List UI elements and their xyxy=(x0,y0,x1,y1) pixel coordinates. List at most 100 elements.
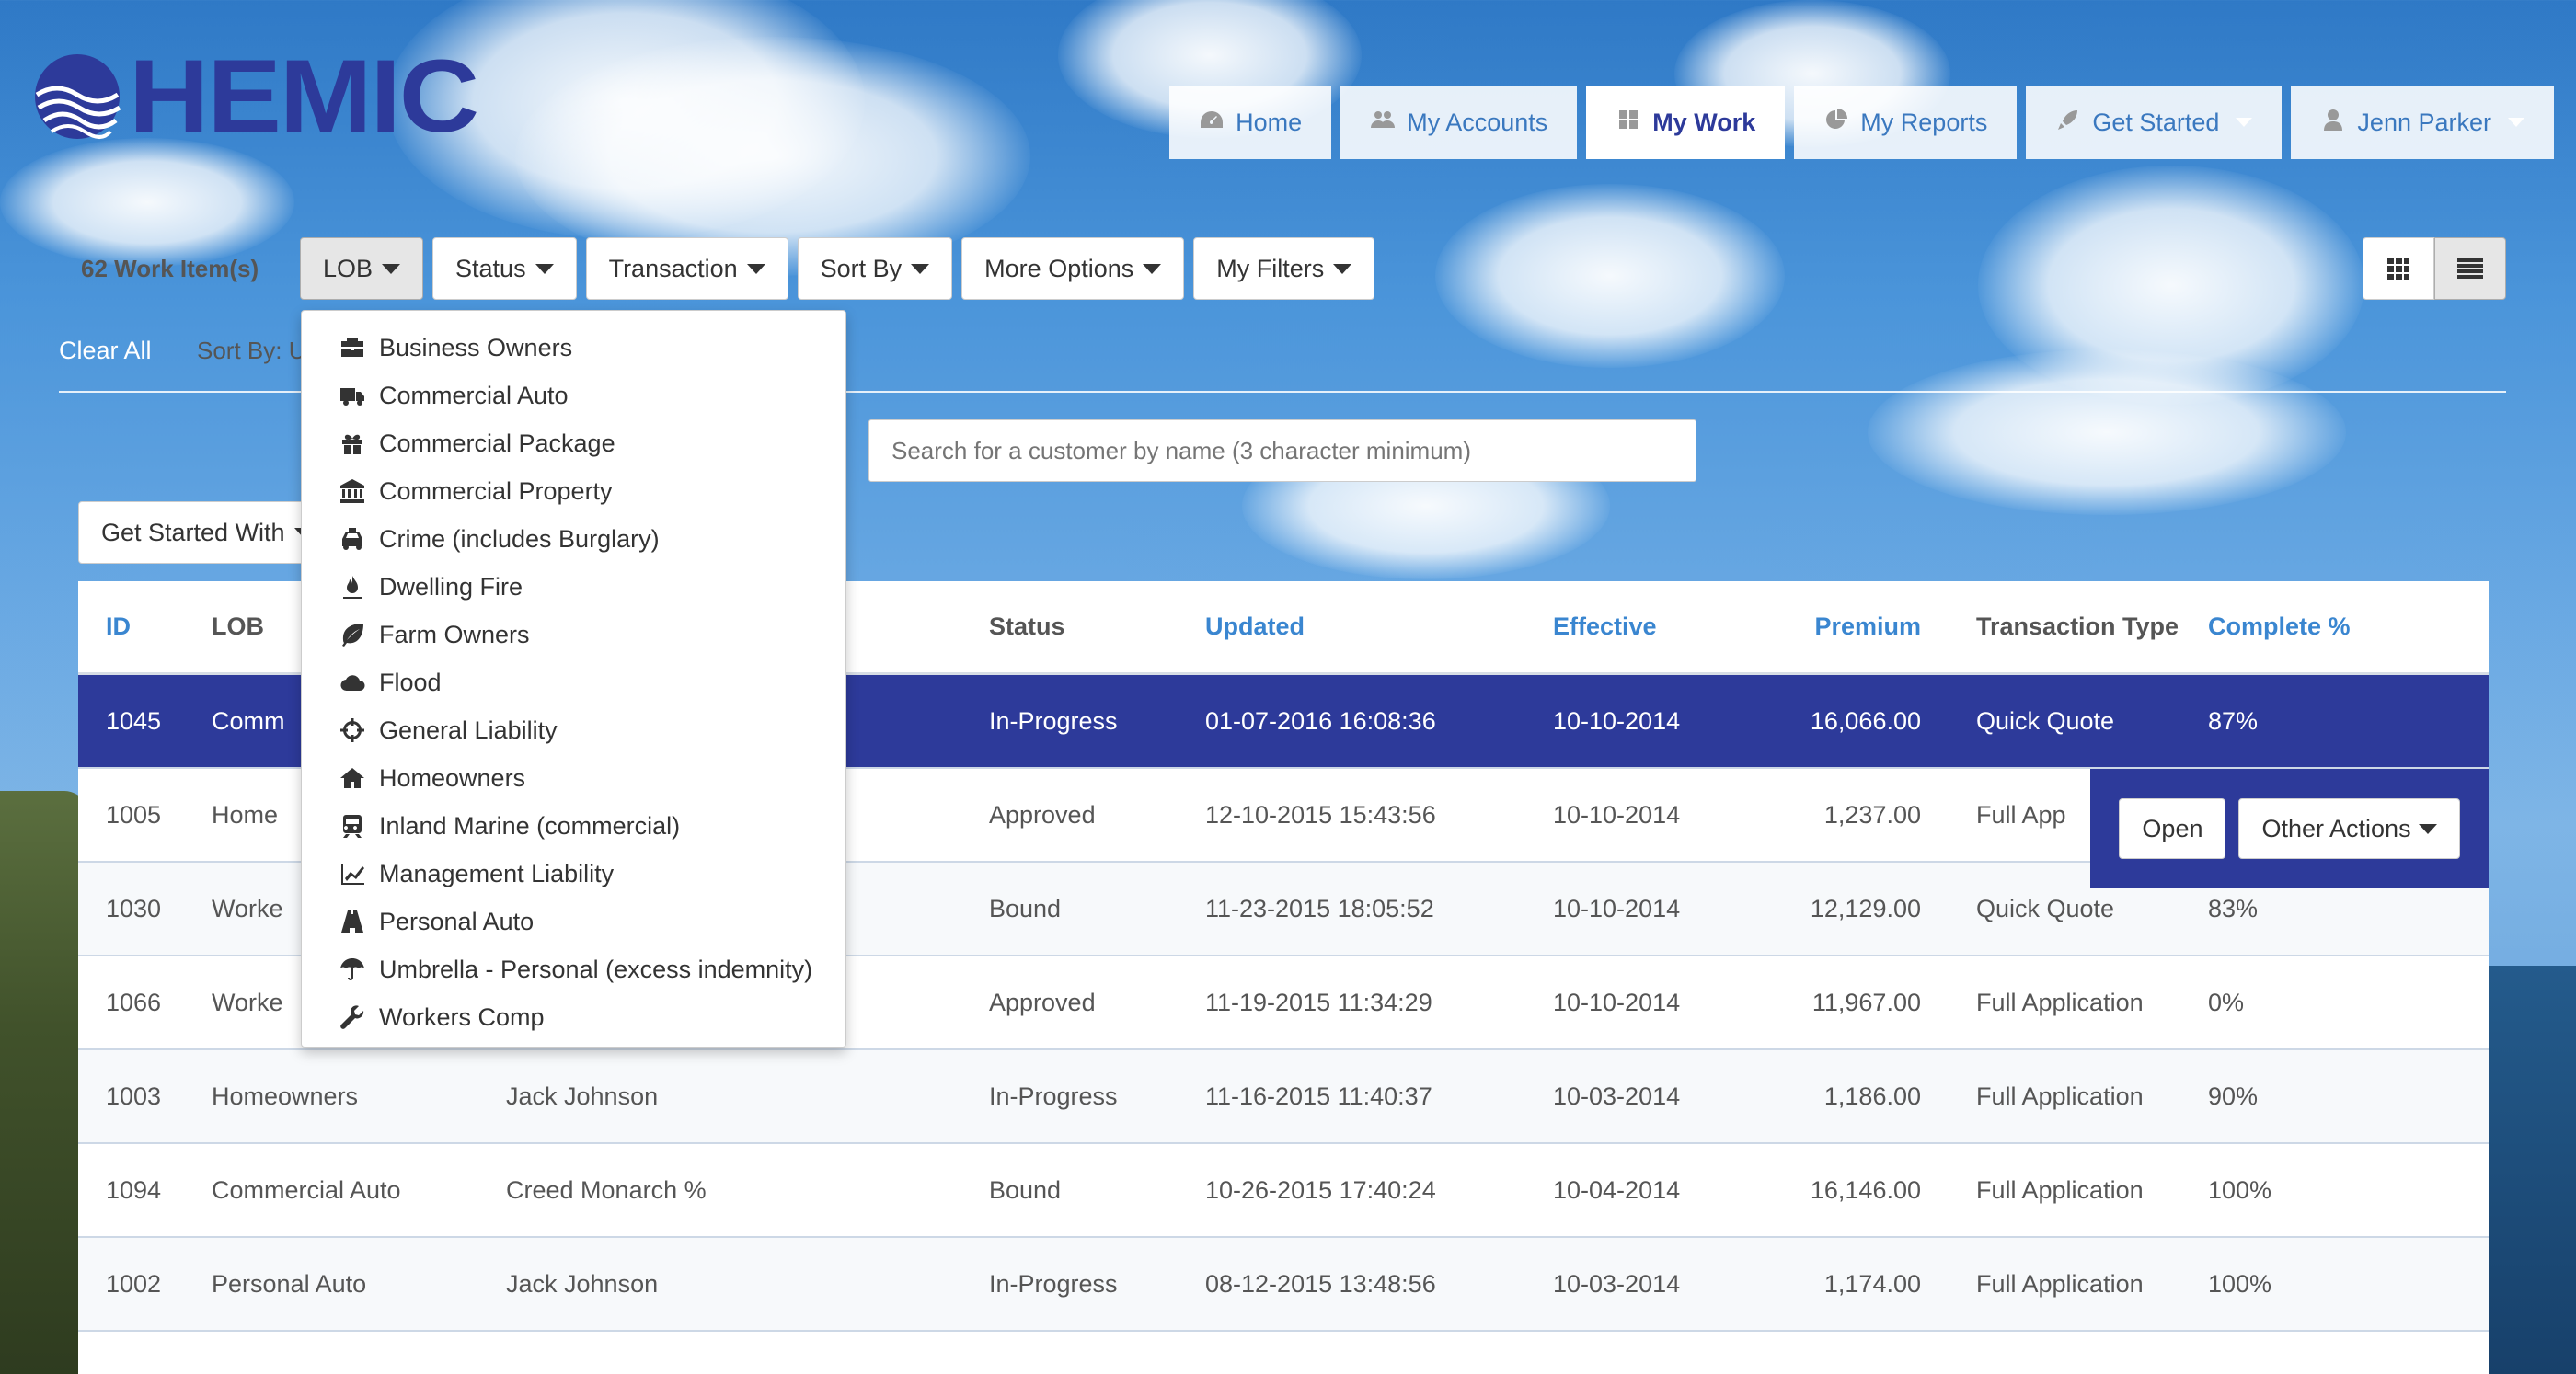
cell-premium: 11,967.00 xyxy=(1811,988,1921,1016)
lob-option-umbrella[interactable]: Umbrella - Personal (excess indemnity) xyxy=(302,945,845,993)
chevron-down-icon xyxy=(2418,823,2437,834)
work-item-count: 62 Work Item(s) xyxy=(81,255,259,282)
open-label: Open xyxy=(2142,814,2203,842)
lob-option-commercial-auto[interactable]: Commercial Auto xyxy=(302,372,845,419)
lob-option-label: Personal Auto xyxy=(379,907,535,935)
filter-bar: LOB Status Transaction Sort By More Opti… xyxy=(300,237,1375,300)
cloud xyxy=(0,138,294,267)
lob-option-label: General Liability xyxy=(379,716,558,744)
cell-transaction-type: Full Application xyxy=(1976,1175,2144,1204)
customer-search-input[interactable] xyxy=(868,419,1696,482)
cell-effective: 10-03-2014 xyxy=(1553,1269,1681,1298)
lob-option-workers-comp[interactable]: Workers Comp xyxy=(302,993,845,1041)
cell-complete: 100% xyxy=(2208,1269,2272,1298)
nav-get-started[interactable]: Get Started xyxy=(2026,86,2283,159)
list-view-button[interactable] xyxy=(2434,237,2506,300)
lob-option-management-liability[interactable]: Management Liability xyxy=(302,850,845,898)
open-button[interactable]: Open xyxy=(2119,798,2226,859)
sort-by-button[interactable]: Sort By xyxy=(797,237,953,300)
nav-label: My Work xyxy=(1652,108,1756,136)
grid-view-button[interactable] xyxy=(2363,237,2434,300)
lob-option-commercial-package[interactable]: Commercial Package xyxy=(302,419,845,467)
lob-option-general-liability[interactable]: General Liability xyxy=(302,706,845,754)
cloud xyxy=(1435,184,1785,368)
filter-label: LOB xyxy=(323,254,374,282)
brand-logo[interactable]: HEMIC xyxy=(31,45,479,148)
lob-option-inland-marine[interactable]: Inland Marine (commercial) xyxy=(302,802,845,850)
cell-complete: 90% xyxy=(2208,1082,2259,1110)
nav-my-reports[interactable]: My Reports xyxy=(1794,86,2018,159)
filter-status-button[interactable]: Status xyxy=(432,237,577,300)
chevron-down-icon xyxy=(1333,263,1352,274)
cell-status: Approved xyxy=(989,800,1096,829)
row-actions-panel: Open Other Actions xyxy=(2090,769,2489,888)
table-row[interactable]: 1094 Commercial Auto Creed Monarch % Bou… xyxy=(78,1144,2489,1238)
nav-my-accounts[interactable]: My Accounts xyxy=(1340,86,1578,159)
lob-option-dwelling-fire[interactable]: Dwelling Fire xyxy=(302,563,845,611)
lob-option-label: Business Owners xyxy=(379,333,573,361)
lob-option-farm-owners[interactable]: Farm Owners xyxy=(302,611,845,658)
cell-id: 1005 xyxy=(106,800,162,829)
more-options-button[interactable]: More Options xyxy=(961,237,1185,300)
lob-option-personal-auto[interactable]: Personal Auto xyxy=(302,898,845,945)
train-icon xyxy=(337,812,368,840)
cell-complete: 83% xyxy=(2208,894,2259,922)
column-header-transaction-type[interactable]: Transaction Type xyxy=(1921,613,2208,641)
umbrella-icon xyxy=(337,956,368,983)
other-actions-button[interactable]: Other Actions xyxy=(2238,798,2460,859)
column-header-premium[interactable]: Premium xyxy=(1774,613,1921,641)
gift-icon xyxy=(337,429,368,457)
home-icon xyxy=(337,764,368,792)
column-header-status[interactable]: Status xyxy=(989,613,1205,641)
nav-label: My Reports xyxy=(1860,108,1988,136)
cell-updated: 11-19-2015 11:34:29 xyxy=(1205,988,1432,1016)
cloud xyxy=(1868,349,2346,515)
column-header-complete[interactable]: Complete % xyxy=(2208,613,2392,641)
cell-lob: Homeowners xyxy=(212,1082,359,1110)
filter-lob-button[interactable]: LOB xyxy=(300,237,424,300)
lob-option-label: Commercial Auto xyxy=(379,381,569,409)
cell-status: Bound xyxy=(989,1175,1062,1204)
cloud-icon xyxy=(337,669,368,696)
crosshairs-icon xyxy=(337,716,368,744)
cell-lob: Commercial Auto xyxy=(212,1175,401,1204)
list-view-icon xyxy=(2457,258,2483,279)
filter-transaction-button[interactable]: Transaction xyxy=(585,237,788,300)
rocket-icon xyxy=(2055,109,2081,137)
lob-option-flood[interactable]: Flood xyxy=(302,658,845,706)
clear-all-link[interactable]: Clear All xyxy=(59,337,152,365)
cell-status: In-Progress xyxy=(989,706,1118,735)
lob-option-label: Flood xyxy=(379,668,442,696)
road-icon xyxy=(337,908,368,935)
lob-option-commercial-property[interactable]: Commercial Property xyxy=(302,467,845,515)
nav-user-menu[interactable]: Jenn Parker xyxy=(2291,86,2554,159)
cell-effective: 10-10-2014 xyxy=(1553,800,1681,829)
table-row[interactable]: 1002 Personal Auto Jack Johnson In-Progr… xyxy=(78,1238,2489,1332)
column-header-id[interactable]: ID xyxy=(78,613,212,641)
column-header-updated[interactable]: Updated xyxy=(1205,613,1553,641)
lob-option-label: Homeowners xyxy=(379,763,526,792)
column-header-effective[interactable]: Effective xyxy=(1553,613,1774,641)
my-filters-button[interactable]: My Filters xyxy=(1193,237,1375,300)
pie-chart-icon xyxy=(1823,108,1849,137)
nav-my-work[interactable]: My Work xyxy=(1586,86,1786,159)
chevron-down-icon xyxy=(2508,118,2524,127)
cell-transaction-type: Quick Quote xyxy=(1976,706,2115,735)
lob-option-business-owners[interactable]: Business Owners xyxy=(302,324,845,372)
cell-status: In-Progress xyxy=(989,1269,1118,1298)
nav-home[interactable]: Home xyxy=(1169,86,1332,159)
chevron-down-icon xyxy=(911,263,930,274)
lob-option-label: Commercial Property xyxy=(379,476,613,505)
cell-transaction-type: Full Application xyxy=(1976,988,2144,1016)
cell-id: 1066 xyxy=(106,988,162,1016)
lob-option-homeowners[interactable]: Homeowners xyxy=(302,754,845,802)
top-navigation: Home My Accounts My Work My Reports Get … xyxy=(1169,86,2554,159)
table-row[interactable]: 1003 Homeowners Jack Johnson In-Progress… xyxy=(78,1050,2489,1144)
chevron-down-icon xyxy=(1143,263,1162,274)
get-started-with-button[interactable]: Get Started With xyxy=(78,501,336,564)
sort-by-indicator: Sort By: U xyxy=(197,337,306,364)
lob-option-label: Umbrella - Personal (excess indemnity) xyxy=(379,955,813,983)
cell-updated: 01-07-2016 16:08:36 xyxy=(1205,706,1436,735)
filter-label: My Filters xyxy=(1216,254,1325,282)
lob-option-crime[interactable]: Crime (includes Burglary) xyxy=(302,515,845,563)
